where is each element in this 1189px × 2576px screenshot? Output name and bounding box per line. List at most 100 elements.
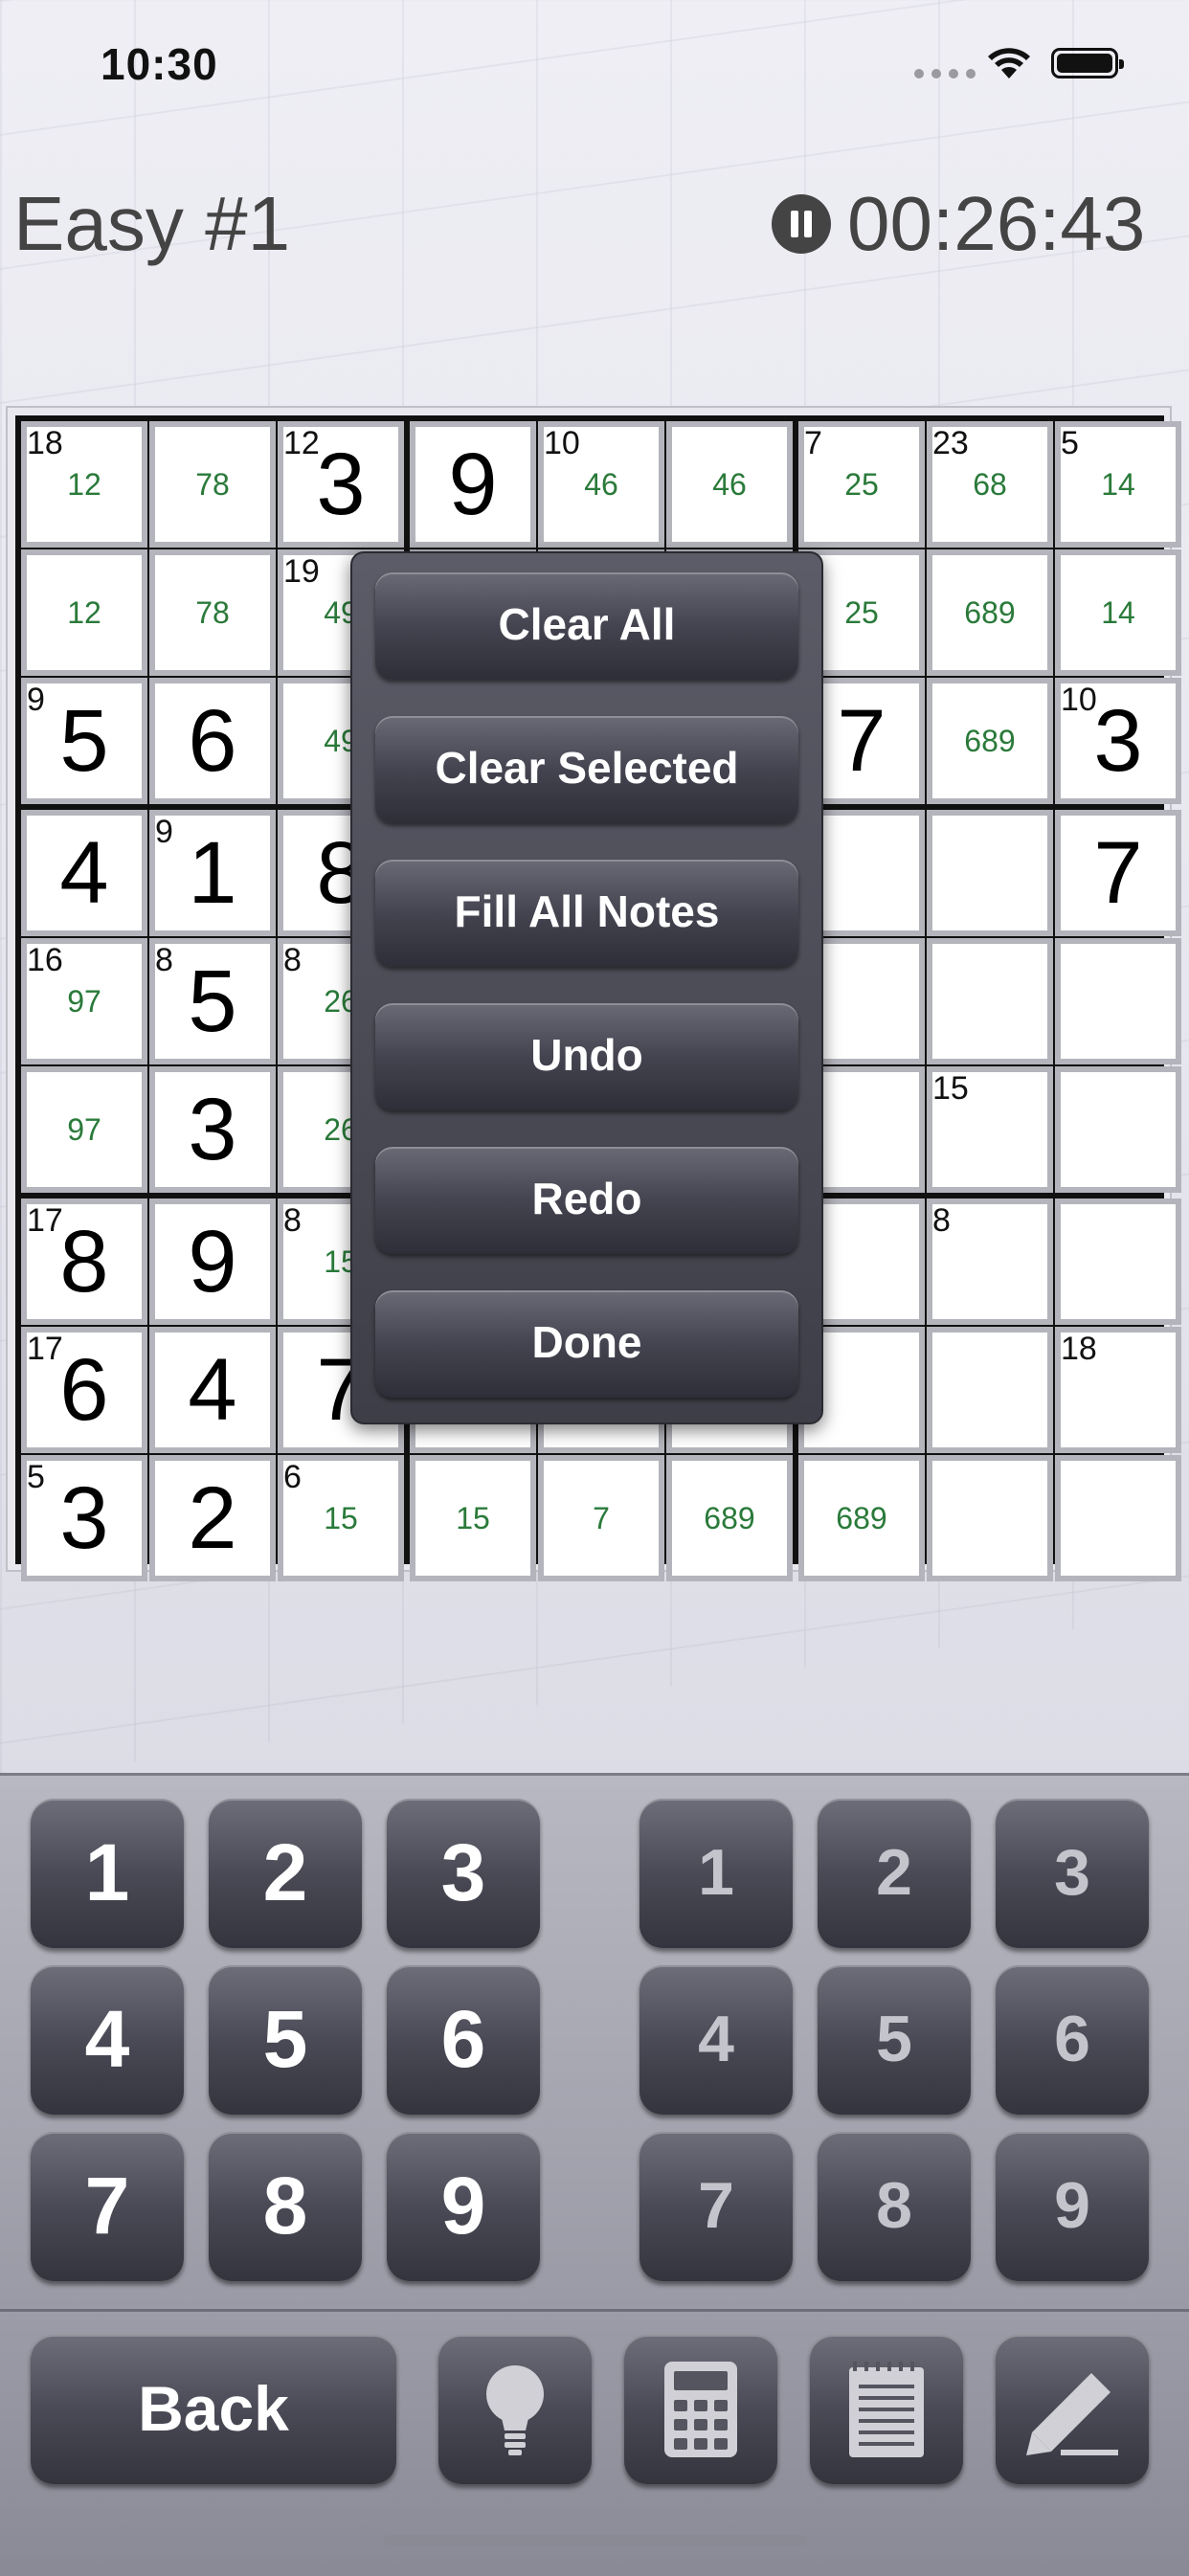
cell-notes: 689 <box>704 1501 755 1535</box>
board-cell[interactable]: 6 15 <box>278 1455 404 1581</box>
board-cell[interactable]: 46 <box>666 421 793 548</box>
board-cell[interactable]: 7 <box>1055 810 1181 936</box>
cage-sum: 5 <box>1061 425 1079 461</box>
cell-value: 8 <box>59 1213 109 1310</box>
digit-key-7[interactable]: 7 <box>31 2132 184 2281</box>
digit-key-3[interactable]: 3 <box>387 1799 540 1948</box>
note-key-8[interactable]: 8 <box>818 2132 971 2281</box>
note-key-9[interactable]: 9 <box>996 2132 1149 2281</box>
board-cell[interactable]: 78 <box>149 421 276 548</box>
calculator-button[interactable] <box>624 2335 777 2484</box>
digit-key-2[interactable]: 2 <box>209 1799 362 1948</box>
cell-notes: 689 <box>964 595 1016 630</box>
cage-sum: 19 <box>283 553 320 590</box>
cell-notes: 46 <box>712 467 747 502</box>
battery-icon <box>1051 48 1124 78</box>
board-cell[interactable]: 9 <box>410 421 536 548</box>
wifi-icon <box>988 48 1030 78</box>
cage-sum: 16 <box>27 942 63 978</box>
digit-key-1[interactable]: 1 <box>31 1799 184 1948</box>
board-cell[interactable]: 97 <box>21 1066 147 1193</box>
board-cell[interactable] <box>927 1327 1053 1453</box>
done-button[interactable]: Done <box>375 1290 798 1398</box>
board-cell[interactable]: 85 <box>149 938 276 1064</box>
board-cell[interactable]: 4 <box>149 1327 276 1453</box>
digit-key-5[interactable]: 5 <box>209 1965 362 2115</box>
board-cell[interactable]: 9 <box>149 1198 276 1325</box>
board-cell[interactable] <box>927 1455 1053 1581</box>
board-cell[interactable]: 14 <box>1055 549 1181 676</box>
board-cell[interactable]: 10 3 <box>1055 678 1181 804</box>
board-cell[interactable] <box>927 938 1053 1064</box>
board-cell[interactable]: 16 97 <box>21 938 147 1064</box>
note-key-6[interactable]: 6 <box>996 1965 1149 2115</box>
digit-key-8[interactable]: 8 <box>209 2132 362 2281</box>
board-cell[interactable]: 18 <box>1055 1327 1181 1453</box>
undo-button[interactable]: Undo <box>375 1003 798 1110</box>
board-cell[interactable]: 4 <box>21 810 147 936</box>
back-button[interactable]: Back <box>31 2335 396 2484</box>
board-cell[interactable]: 689 <box>927 678 1053 804</box>
board-cell[interactable]: 23 68 <box>927 421 1053 548</box>
cage-sum: 7 <box>804 425 822 461</box>
notepad-icon <box>849 2362 924 2457</box>
board-cell[interactable]: 7 <box>538 1455 664 1581</box>
note-key-7[interactable]: 7 <box>639 2132 793 2281</box>
board-cell[interactable] <box>1055 938 1181 1064</box>
redo-button[interactable]: Redo <box>375 1147 798 1254</box>
board-cell[interactable]: 17 6 <box>21 1327 147 1453</box>
digit-key-9[interactable]: 9 <box>387 2132 540 2281</box>
pencil-button[interactable] <box>996 2335 1149 2484</box>
cell-notes: 12 <box>67 467 101 502</box>
clear-all-button[interactable]: Clear All <box>375 572 798 680</box>
board-cell[interactable]: 2 <box>149 1455 276 1581</box>
board-cell[interactable]: 95 <box>21 678 147 804</box>
note-key-3[interactable]: 3 <box>996 1799 1149 1948</box>
fill-all-notes-button[interactable]: Fill All Notes <box>375 860 798 967</box>
board-cell[interactable]: 689 <box>666 1455 793 1581</box>
board-cell[interactable]: 17 8 <box>21 1198 147 1325</box>
cellular-signal-icon <box>914 69 976 78</box>
note-key-5[interactable]: 5 <box>818 1965 971 2115</box>
board-cell[interactable]: 8 <box>927 1198 1053 1325</box>
board-cell[interactable]: 18 12 <box>21 421 147 548</box>
board-cell[interactable]: 78 <box>149 549 276 676</box>
cell-value: 1 <box>188 824 237 922</box>
clear-selected-button[interactable]: Clear Selected <box>375 716 798 823</box>
lightbulb-icon <box>486 2365 544 2455</box>
board-cell[interactable]: 15 <box>927 1066 1053 1193</box>
note-key-2[interactable]: 2 <box>818 1799 971 1948</box>
board-cell[interactable] <box>927 810 1053 936</box>
cell-notes: 46 <box>584 467 618 502</box>
home-indicator[interactable] <box>383 2535 806 2546</box>
board-cell[interactable]: 15 <box>410 1455 536 1581</box>
board-cell[interactable]: 7 25 <box>798 421 925 548</box>
back-button-label: Back <box>138 2373 289 2444</box>
board-cell[interactable]: 12 3 <box>278 421 404 548</box>
digit-key-6[interactable]: 6 <box>387 1965 540 2115</box>
cage-sum: 6 <box>283 1459 302 1495</box>
board-cell[interactable]: 5 14 <box>1055 421 1181 548</box>
board-cell[interactable] <box>1055 1066 1181 1193</box>
board-cell[interactable]: 689 <box>927 549 1053 676</box>
notes-button[interactable] <box>810 2335 963 2484</box>
cell-value: 2 <box>188 1469 237 1567</box>
cell-notes: 25 <box>844 467 879 502</box>
note-key-1[interactable]: 1 <box>639 1799 793 1948</box>
board-cell[interactable]: 689 <box>798 1455 925 1581</box>
digit-key-4[interactable]: 4 <box>31 1965 184 2115</box>
board-cell[interactable] <box>1055 1455 1181 1581</box>
board-cell[interactable]: 12 <box>21 549 147 676</box>
pause-icon[interactable] <box>772 194 831 254</box>
board-cell[interactable]: 10 46 <box>538 421 664 548</box>
board-cell[interactable]: 3 <box>149 1066 276 1193</box>
hint-button[interactable] <box>438 2335 592 2484</box>
note-key-4[interactable]: 4 <box>639 1965 793 2115</box>
cell-value: 4 <box>59 824 109 922</box>
board-cell[interactable]: 91 <box>149 810 276 936</box>
board-cell[interactable] <box>1055 1198 1181 1325</box>
board-cell[interactable]: 53 <box>21 1455 147 1581</box>
board-cell[interactable]: 6 <box>149 678 276 804</box>
cell-value: 5 <box>188 952 237 1050</box>
pencil-icon <box>1026 2373 1118 2455</box>
